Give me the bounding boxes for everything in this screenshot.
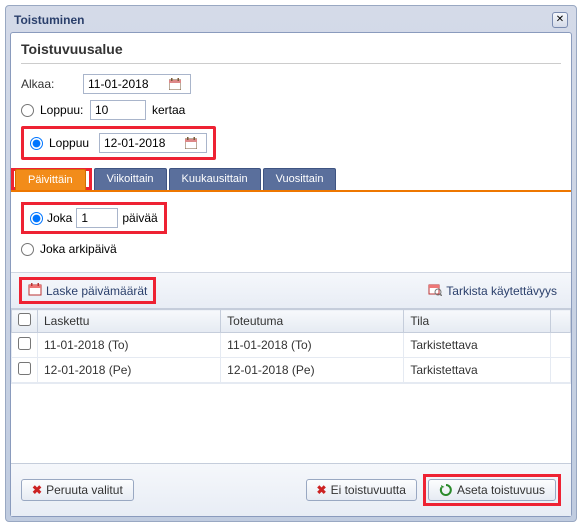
cell-status: Tarkistettava [404, 333, 551, 358]
every-weekday-label: Joka arkipäivä [40, 242, 117, 256]
dialog-footer: ✖ Peruuta valitut ✖ Ei toistuvuutta Aset… [11, 463, 571, 516]
ends-date-field[interactable] [99, 133, 207, 153]
col-extra [551, 310, 571, 333]
highlight-ends-date: Loppuu [21, 126, 216, 160]
calendar-search-icon [428, 282, 442, 299]
ends-count-radio[interactable] [21, 104, 34, 117]
ends-count-suffix: kertaa [152, 103, 185, 117]
cancel-icon: ✖ [317, 483, 327, 497]
row-every-weekday: Joka arkipäivä [21, 242, 561, 256]
col-actual[interactable]: Toteutuma [221, 310, 404, 333]
row-starts: Alkaa: [21, 74, 561, 94]
starts-label: Alkaa: [21, 77, 77, 91]
calendar-icon[interactable] [166, 75, 184, 93]
highlight-set-recurrence: Aseta toistuvuus [423, 474, 561, 506]
check-availability-button[interactable]: Tarkista käytettävyys [422, 277, 563, 304]
every-weekday-radio[interactable] [21, 243, 34, 256]
dates-table-wrap: Laskettu Toteutuma Tila 11-01-2018 (To) … [11, 308, 571, 463]
highlight-every-n-days: Joka päivää [21, 202, 167, 234]
tab-weekly[interactable]: Viikoittain [94, 168, 167, 190]
recurrence-dialog: Toistuminen ✕ Toistuvuusalue Alkaa: Lopp… [5, 5, 577, 522]
divider [21, 63, 561, 64]
col-status[interactable]: Tila [404, 310, 551, 333]
cancel-selected-button[interactable]: ✖ Peruuta valitut [21, 479, 134, 501]
dates-table: Laskettu Toteutuma Tila 11-01-2018 (To) … [11, 309, 571, 383]
close-icon[interactable]: ✕ [552, 12, 568, 28]
set-recurrence-label: Aseta toistuvuus [457, 483, 545, 497]
ends-date-label: Loppuu [49, 136, 93, 150]
every-n-input[interactable] [76, 208, 118, 228]
dialog-body: Toistuvuusalue Alkaa: Loppuu: kertaa [10, 32, 572, 517]
tab-monthly[interactable]: Kuukausittain [169, 168, 261, 190]
ends-date-radio[interactable] [30, 137, 43, 150]
calendar-icon [28, 282, 42, 299]
no-recurrence-label: Ei toistuvuutta [331, 483, 406, 497]
cancel-icon: ✖ [32, 483, 42, 497]
starts-date-field[interactable] [83, 74, 191, 94]
cell-actual: 12-01-2018 (Pe) [221, 358, 404, 383]
every-suffix: päivää [122, 211, 157, 225]
tab-yearly[interactable]: Vuosittain [263, 168, 337, 190]
row-checkbox[interactable] [18, 337, 31, 350]
calc-label: Laske päivämäärät [46, 284, 147, 298]
row-checkbox[interactable] [18, 362, 31, 375]
every-label: Joka [47, 211, 72, 225]
refresh-icon [439, 483, 453, 497]
cell-status: Tarkistettava [404, 358, 551, 383]
cell-calculated: 11-01-2018 (To) [38, 333, 221, 358]
dialog-header: Toistuminen ✕ [10, 10, 572, 32]
set-recurrence-button[interactable]: Aseta toistuvuus [428, 479, 556, 501]
row-ends-count: Loppuu: kertaa [21, 100, 561, 120]
select-all-checkbox[interactable] [18, 313, 31, 326]
starts-date-input[interactable] [84, 75, 166, 93]
highlight-calc-button: Laske päivämäärät [19, 277, 156, 304]
col-checkbox[interactable] [12, 310, 38, 333]
dates-toolbar: Laske päivämäärät Tarkista käytettävyys [11, 272, 571, 308]
cell-calculated: 12-01-2018 (Pe) [38, 358, 221, 383]
ends-count-input[interactable] [90, 100, 146, 120]
table-header-row: Laskettu Toteutuma Tila [12, 310, 571, 333]
calendar-icon[interactable] [182, 134, 200, 152]
range-form: Alkaa: Loppuu: kertaa Loppuu [11, 70, 571, 164]
ends-date-input[interactable] [100, 134, 182, 152]
tab-daily[interactable]: Päivittäin [15, 169, 86, 190]
cancel-selected-label: Peruuta valitut [46, 483, 123, 497]
check-label: Tarkista käytettävyys [446, 284, 557, 298]
dialog-title: Toistuminen [14, 13, 84, 27]
range-section-title: Toistuvuusalue [11, 33, 571, 61]
table-row[interactable]: 12-01-2018 (Pe) 12-01-2018 (Pe) Tarkiste… [12, 358, 571, 383]
ends-count-label: Loppuu: [40, 103, 84, 117]
recurrence-tabs: Päivittäin Viikoittain Kuukausittain Vuo… [11, 168, 571, 192]
table-row[interactable]: 11-01-2018 (To) 11-01-2018 (To) Tarkiste… [12, 333, 571, 358]
cell-actual: 11-01-2018 (To) [221, 333, 404, 358]
calculate-dates-button[interactable]: Laske päivämäärät [22, 280, 153, 301]
every-n-days-radio[interactable] [30, 212, 43, 225]
col-calculated[interactable]: Laskettu [38, 310, 221, 333]
no-recurrence-button[interactable]: ✖ Ei toistuvuutta [306, 479, 417, 501]
daily-tab-body: Joka päivää Joka arkipäivä [11, 192, 571, 272]
table-empty-area [11, 383, 571, 463]
highlight-tab-daily: Päivittäin [11, 168, 92, 190]
